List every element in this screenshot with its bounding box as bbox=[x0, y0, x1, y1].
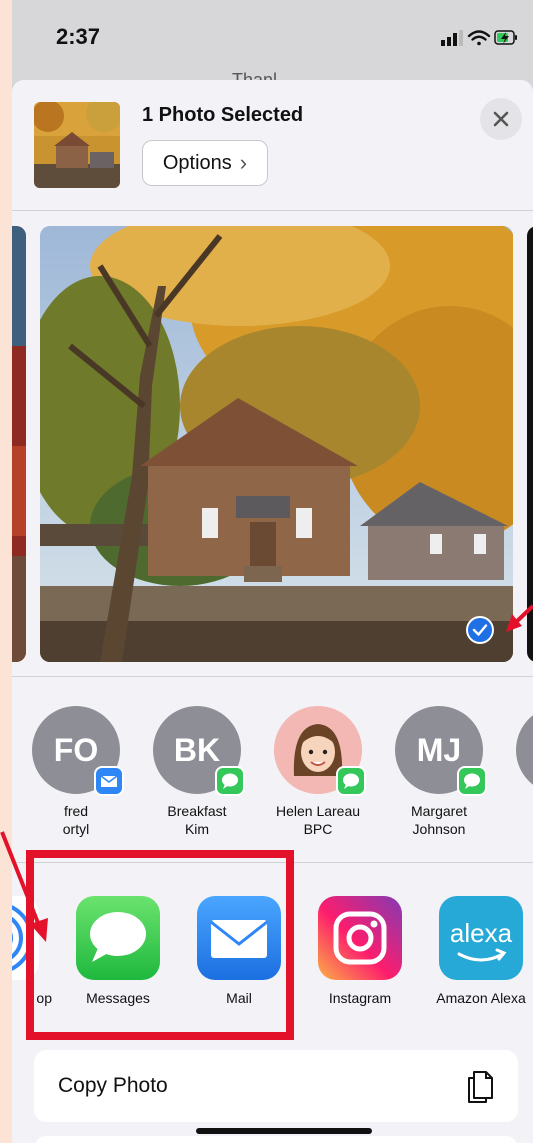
options-button[interactable]: Options › bbox=[142, 140, 268, 186]
selected-photo-thumbnail[interactable] bbox=[34, 102, 120, 188]
app-label: Amazon Alexa bbox=[436, 990, 526, 1006]
home-indicator[interactable] bbox=[196, 1128, 372, 1134]
instagram-app-icon bbox=[318, 896, 402, 980]
app-amazon-alexa[interactable]: alexa Amazon Alexa bbox=[426, 896, 533, 1016]
status-icons bbox=[441, 30, 517, 46]
contact-name: Margaret Johnson bbox=[410, 803, 468, 837]
wifi-icon bbox=[467, 30, 491, 46]
chevron-right-icon: › bbox=[239, 150, 248, 175]
previous-photo-edge[interactable] bbox=[12, 226, 26, 662]
messages-icon bbox=[336, 766, 366, 796]
avatar bbox=[516, 706, 533, 794]
contact-helen-lareau[interactable]: Helen Lareau BPC bbox=[254, 706, 374, 856]
options-label: Options bbox=[162, 151, 232, 174]
messages-icon bbox=[457, 766, 487, 796]
close-icon bbox=[493, 111, 509, 127]
battery-charging-icon bbox=[494, 30, 517, 45]
next-action-row[interactable] bbox=[34, 1136, 518, 1143]
contact-breakfast-kim[interactable]: BK Breakfast Kim bbox=[133, 706, 253, 856]
status-time: 2:37 bbox=[56, 24, 101, 49]
cellular-icon bbox=[441, 30, 463, 46]
close-button[interactable] bbox=[480, 98, 522, 140]
action-label: Copy Photo bbox=[58, 1074, 168, 1097]
contact-partial[interactable] bbox=[496, 706, 533, 856]
next-photo-edge[interactable] bbox=[527, 226, 533, 662]
share-title: 1 Photo Selected bbox=[142, 104, 304, 126]
alexa-app-icon: alexa bbox=[439, 896, 523, 980]
contact-name: fred ortyl bbox=[62, 803, 90, 837]
selected-checkmark-icon[interactable] bbox=[466, 616, 494, 644]
app-label: Instagram bbox=[328, 990, 392, 1006]
smile-arrow-icon bbox=[457, 948, 507, 962]
contacts-row: FO fred ortyl BK Breakfast Kim Helen Lar… bbox=[12, 676, 533, 863]
contact-fred-ortyl[interactable]: FO fred ortyl bbox=[12, 706, 132, 856]
share-sheet-header: 1 Photo Selected Options › bbox=[12, 80, 533, 211]
photo-carousel[interactable] bbox=[12, 210, 533, 677]
app-instagram[interactable]: Instagram bbox=[305, 896, 415, 1016]
copy-photo-action[interactable]: Copy Photo bbox=[34, 1050, 518, 1122]
annotation-highlight-box bbox=[26, 850, 294, 1040]
messages-icon bbox=[215, 766, 245, 796]
selected-photo[interactable] bbox=[40, 226, 513, 662]
status-bar: 2:37 Thanl bbox=[12, 0, 533, 90]
contact-margaret-johnson[interactable]: MJ Margaret Johnson bbox=[375, 706, 495, 856]
contact-name: Helen Lareau BPC bbox=[275, 803, 361, 837]
copy-icon bbox=[468, 1071, 493, 1103]
contact-name: Breakfast Kim bbox=[167, 803, 227, 837]
mail-icon bbox=[94, 766, 124, 796]
